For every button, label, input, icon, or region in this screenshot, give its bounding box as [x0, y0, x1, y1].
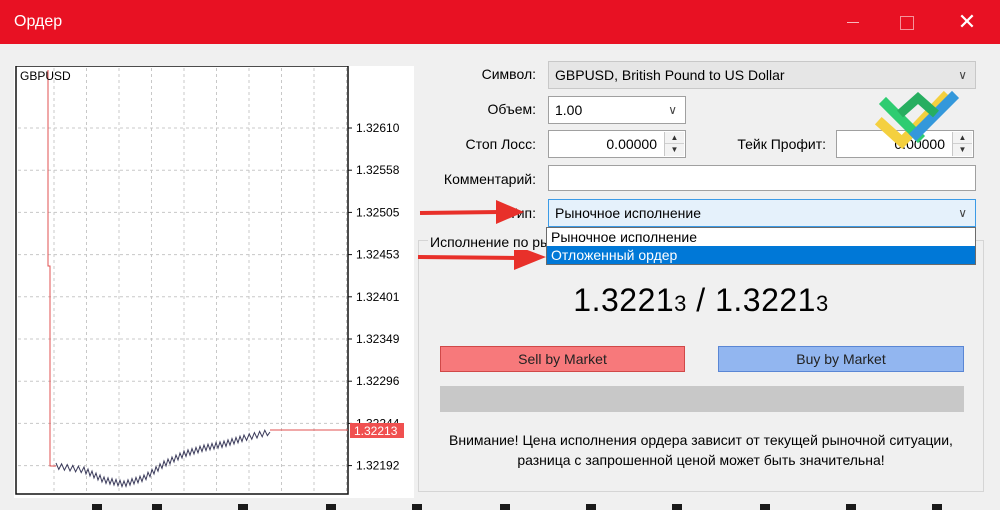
taskbar-mark [412, 504, 422, 510]
execution-group-title: Исполнение по ры [428, 234, 548, 250]
title-bar: Ордер ✕ [0, 0, 1000, 44]
close-button[interactable]: ✕ [950, 8, 984, 36]
type-value: Рыночное исполнение [555, 205, 702, 221]
take-profit-label: Тейк Профит: [737, 136, 826, 152]
ask-price: 1.3221 [715, 282, 816, 318]
dropdown-option-pending[interactable]: Отложенный ордер [547, 246, 975, 264]
chevron-down-icon: ∨ [958, 206, 967, 220]
ask-price-last-digit: 3 [815, 291, 829, 316]
buy-by-market-button[interactable]: Buy by Market [718, 346, 964, 372]
taskbar-mark [92, 504, 102, 510]
price-tick-label: 1.32453 [356, 248, 400, 262]
price-tick-label: 1.32558 [356, 163, 400, 177]
price-tick-label: 1.32192 [356, 459, 400, 473]
stop-loss-label: Стоп Лосс: [465, 136, 537, 152]
minimize-button[interactable] [836, 8, 870, 36]
type-dropdown-list: Рыночное исполнение Отложенный ордер [546, 227, 976, 265]
symbol-value: GBPUSD, British Pound to US Dollar [555, 67, 785, 83]
minimize-icon [847, 22, 859, 23]
price-tick-label: 1.32296 [356, 374, 400, 388]
taskbar-mark [586, 504, 596, 510]
annotation-arrow-type [419, 200, 524, 224]
volume-value: 1.00 [555, 102, 583, 118]
maximize-button[interactable] [890, 8, 924, 36]
maximize-icon [900, 16, 914, 30]
price-display: 1.32213 / 1.32213 [418, 282, 984, 319]
warning-line-2: разница с запрошенной ценой может быть з… [517, 452, 885, 468]
price-tick-label: 1.32610 [356, 121, 400, 135]
price-separator: / [686, 282, 716, 318]
current-price-label: 1.32213 [354, 424, 398, 438]
close-icon: ✕ [957, 9, 977, 34]
stop-loss-stepper[interactable]: ▲ ▼ [664, 132, 684, 156]
sell-by-market-button[interactable]: Sell by Market [440, 346, 685, 372]
bid-price-last-digit: 3 [674, 291, 687, 316]
chart-symbol: GBPUSD [20, 69, 71, 83]
watermark-logo [874, 90, 960, 149]
order-dialog: 1.32610 1.32558 1.32505 1.32453 1.32401 1.323… [0, 44, 1000, 510]
warning-text: Внимание! Цена исполнения ордера зависит… [418, 430, 984, 470]
stop-loss-input[interactable]: 0.00000 ▲ ▼ [548, 130, 686, 158]
price-tick-label: 1.32349 [356, 332, 400, 346]
type-select[interactable]: Рыночное исполнение ∨ [548, 199, 976, 227]
chevron-down-icon: ∨ [668, 103, 677, 117]
comment-label: Комментарий: [443, 171, 536, 187]
taskbar-mark [932, 504, 942, 510]
spin-down-icon[interactable]: ▼ [665, 144, 684, 156]
bid-price: 1.3221 [573, 282, 675, 318]
taskbar-mark [152, 504, 162, 510]
price-tick-label: 1.32505 [356, 205, 400, 219]
spin-up-icon[interactable]: ▲ [665, 132, 684, 144]
symbol-label: Символ: [481, 66, 536, 82]
taskbar-mark [760, 504, 770, 510]
price-tick-label: 1.32401 [356, 290, 400, 304]
warning-line-1: Внимание! Цена исполнения ордера зависит… [449, 432, 953, 448]
taskbar-mark [672, 504, 682, 510]
dropdown-option-market[interactable]: Рыночное исполнение [547, 228, 975, 246]
taskbar-mark [326, 504, 336, 510]
taskbar-mark [846, 504, 856, 510]
progress-bar [440, 386, 964, 412]
taskbar-mark [238, 504, 248, 510]
tick-chart-svg: 1.32610 1.32558 1.32505 1.32453 1.32401 1.323… [15, 66, 404, 495]
volume-select[interactable]: 1.00 ∨ [548, 96, 686, 124]
taskbar-mark [500, 504, 510, 510]
window-title: Ордер [14, 13, 63, 30]
tick-chart: 1.32610 1.32558 1.32505 1.32453 1.32401 1.323… [14, 66, 414, 498]
stop-loss-value: 0.00000 [606, 136, 657, 152]
volume-label: Объем: [487, 101, 537, 117]
taskbar-strip [0, 504, 1000, 510]
